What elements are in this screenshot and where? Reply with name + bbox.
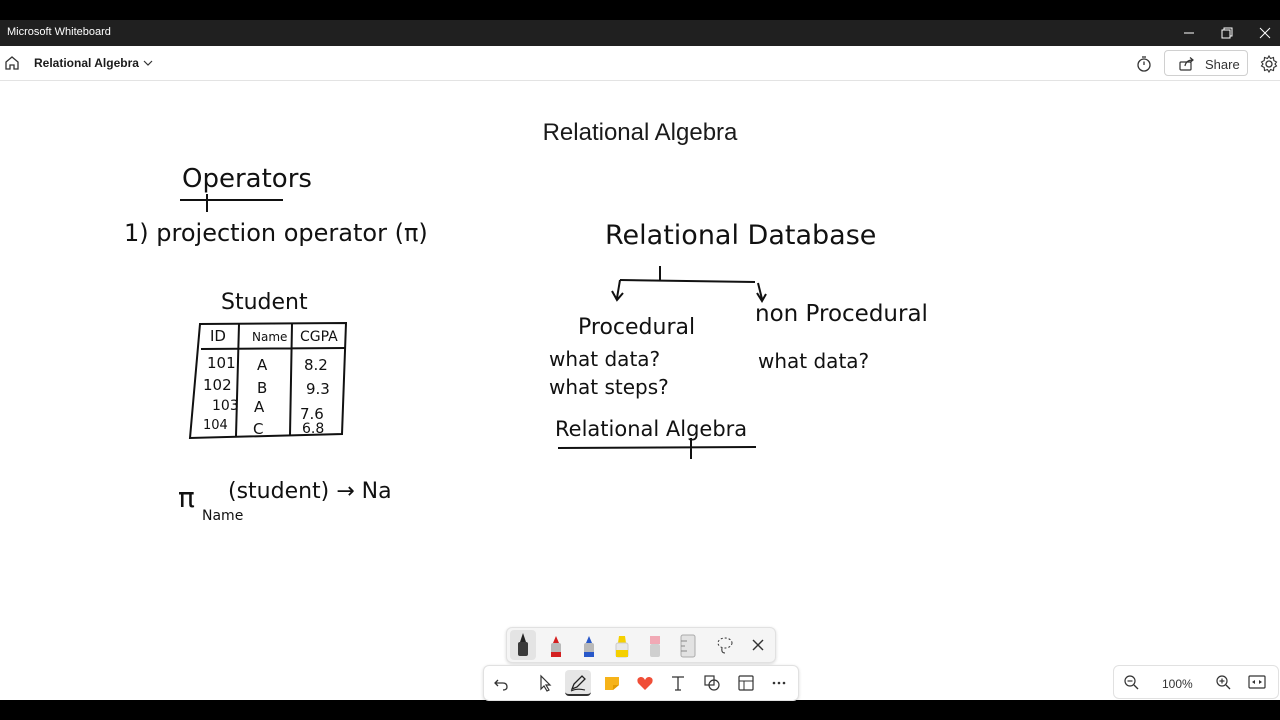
timer-button[interactable] [1134, 54, 1154, 74]
pen-red[interactable] [543, 630, 569, 660]
share-button[interactable]: Share [1164, 50, 1248, 76]
th-id: ID [210, 327, 226, 345]
main-toolbar [483, 665, 799, 701]
title-bar: Microsoft Whiteboard [0, 20, 1280, 46]
fit-to-screen-button[interactable] [1244, 669, 1270, 695]
share-label: Share [1205, 57, 1240, 72]
zoom-in-icon [1216, 675, 1231, 690]
lasso-icon [717, 637, 733, 654]
templates-button[interactable] [733, 670, 759, 696]
eraser-icon [650, 636, 660, 657]
templates-icon [738, 675, 754, 691]
gear-icon [1260, 54, 1278, 74]
operators-underline[interactable] [180, 194, 283, 212]
rdb-heading[interactable]: Relational Database [605, 220, 876, 251]
what-data-q2[interactable]: what data? [758, 349, 869, 373]
share-icon [1179, 57, 1194, 71]
cell-name-3: A [254, 398, 265, 416]
cell-name-2: B [257, 379, 267, 397]
th-cgpa: CGPA [300, 329, 338, 345]
cell-id-1: 101 [207, 354, 236, 372]
restore-icon [1221, 27, 1233, 39]
board-header: Relational Algebra Share [0, 46, 1280, 81]
close-icon [1259, 27, 1271, 39]
lasso-select[interactable] [712, 630, 738, 660]
procedural-label[interactable]: Procedural [578, 315, 695, 340]
zoom-out-icon [1124, 675, 1139, 690]
ink-layer: Operators 1) projection operator (π) Stu… [124, 164, 928, 524]
pen-black-icon [518, 633, 528, 656]
operators-heading[interactable]: Operators [182, 164, 312, 194]
pi-expression[interactable]: (student) → Na [228, 479, 392, 504]
projection-item[interactable]: 1) projection operator (π) [124, 219, 428, 247]
select-tool[interactable] [532, 670, 558, 696]
relational-algebra-underline[interactable] [557, 438, 757, 459]
shapes-button[interactable] [699, 670, 725, 696]
zoom-level[interactable]: 100% [1162, 677, 1193, 691]
undo-button[interactable] [488, 670, 514, 696]
cell-cgpa-2: 9.3 [306, 380, 330, 398]
pointer-icon [540, 674, 552, 692]
relational-algebra-label[interactable]: Relational Algebra [555, 417, 747, 441]
more-icon [772, 681, 786, 685]
pen-tool[interactable] [565, 670, 591, 696]
pen-toolbar [506, 627, 776, 663]
cell-name-4: C [253, 420, 263, 438]
minimize-icon [1184, 32, 1194, 34]
sticky-note-icon [605, 677, 619, 690]
zoom-controls: 100% [1113, 665, 1279, 699]
highlighter-icon [615, 636, 629, 658]
close-window-button[interactable] [1246, 20, 1280, 46]
timer-icon [1137, 56, 1151, 72]
pen-red-icon [551, 636, 561, 657]
non-procedural-label[interactable]: non Procedural [755, 301, 928, 327]
zoom-out-button[interactable] [1118, 669, 1144, 695]
table-title[interactable]: Student [221, 290, 308, 315]
fit-screen-icon [1248, 675, 1266, 689]
what-steps-q[interactable]: what steps? [549, 375, 669, 399]
pen-black[interactable] [510, 630, 536, 660]
reactions-button[interactable] [632, 670, 658, 696]
undo-icon [494, 679, 508, 691]
cell-cgpa-4: 6.8 [302, 421, 324, 437]
close-icon [752, 639, 764, 651]
whiteboard-canvas[interactable]: Relational Algebra Operators 1) projecti… [0, 81, 1280, 700]
restore-button[interactable] [1208, 20, 1246, 46]
cell-id-4: 104 [203, 418, 228, 433]
heart-icon [637, 676, 653, 690]
settings-button[interactable] [1259, 54, 1279, 74]
text-button[interactable] [665, 670, 691, 696]
app-title: Microsoft Whiteboard [7, 26, 111, 38]
pen-blue[interactable] [576, 630, 602, 660]
cell-cgpa-1: 8.2 [304, 356, 328, 374]
close-pen-toolbar[interactable] [745, 630, 771, 660]
sticky-note-button[interactable] [599, 670, 625, 696]
home-button[interactable] [2, 53, 22, 73]
zoom-in-button[interactable] [1210, 669, 1236, 695]
pi-symbol[interactable]: π [178, 481, 195, 514]
pi-subscript[interactable]: Name [202, 508, 243, 524]
minimize-button[interactable] [1170, 20, 1208, 46]
cell-id-2: 102 [203, 376, 232, 394]
ruler-icon [680, 634, 696, 658]
th-name: Name [252, 330, 287, 344]
cell-name-1: A [257, 356, 268, 374]
ruler[interactable] [675, 630, 701, 660]
chevron-down-icon[interactable] [142, 58, 154, 68]
tree-branch[interactable] [611, 266, 767, 303]
text-icon [672, 676, 684, 691]
eraser[interactable] [642, 630, 668, 660]
more-options-button[interactable] [766, 670, 792, 696]
cell-id-3: 103 [212, 398, 239, 414]
pen-blue-icon [584, 636, 594, 657]
pen-icon [570, 675, 586, 692]
home-icon [5, 56, 19, 70]
shapes-icon [704, 675, 720, 691]
highlighter[interactable] [609, 630, 635, 660]
what-data-q1[interactable]: what data? [549, 347, 660, 371]
board-title[interactable]: Relational Algebra [34, 56, 139, 70]
